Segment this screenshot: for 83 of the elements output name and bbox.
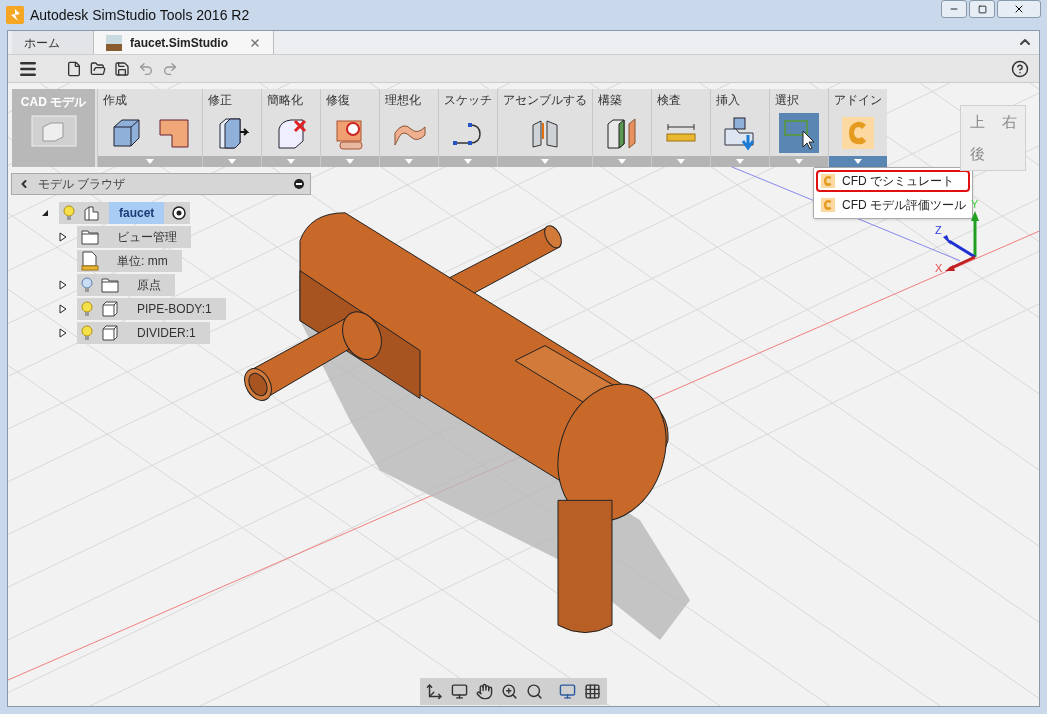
document-tab[interactable]: ホーム	[12, 31, 94, 54]
ribbon-group-label: 挿入	[715, 92, 741, 109]
addin-logo-icon	[820, 197, 836, 213]
caret-icon	[228, 159, 236, 164]
expand-triangle-icon[interactable]	[59, 280, 67, 290]
tab-label: ホーム	[24, 34, 60, 52]
ribbon-group-label: スケッチ	[443, 92, 493, 109]
workspace-label: CAD モデル	[20, 94, 87, 111]
document-tab[interactable]: faucet.SimStudio	[94, 31, 274, 54]
minimize-button[interactable]	[941, 0, 967, 18]
tab-label: faucet.SimStudio	[130, 34, 228, 52]
addin-logo-icon	[820, 173, 836, 189]
ribbon-group-label: 作成	[102, 92, 128, 109]
view-cube-face-label: 後	[969, 143, 985, 164]
menu-item-label: CFD モデル評価ツール	[842, 197, 966, 214]
caret-icon	[854, 159, 862, 164]
tree-item-label[interactable]: faucet	[109, 202, 165, 224]
dropdown-arrow-button[interactable]	[829, 156, 887, 167]
fit-window-icon[interactable]	[526, 683, 543, 700]
active-radio-icon[interactable]	[172, 206, 187, 220]
caret-icon	[736, 159, 744, 164]
close-tab-icon[interactable]	[249, 36, 261, 49]
ribbon-group-label: 修正	[207, 92, 233, 109]
app-logo-icon	[6, 6, 24, 24]
caret-icon	[405, 159, 413, 164]
browser-title: モデル ブラウザ	[38, 176, 126, 193]
axis-label: X	[935, 263, 943, 274]
display-settings-icon[interactable]	[559, 683, 576, 700]
axis-label: Y	[971, 199, 979, 210]
addin-logo-icon	[840, 114, 876, 151]
ribbon-group-label: 簡略化	[266, 92, 304, 109]
orbit-icon[interactable]	[426, 683, 443, 700]
grid-icon[interactable]	[584, 683, 601, 700]
ribbon-tool-button[interactable]	[779, 112, 819, 153]
view-cube-face-label: 上	[969, 111, 985, 132]
component-icon	[83, 204, 101, 222]
collapse-triangle-icon[interactable]	[41, 209, 49, 217]
caret-icon	[677, 159, 685, 164]
maximize-button[interactable]	[969, 0, 995, 18]
zoom-icon[interactable]	[501, 683, 518, 700]
save-icon[interactable]	[114, 60, 130, 77]
ribbon-group-label: アドイン	[833, 92, 883, 109]
caret-icon	[146, 159, 154, 164]
ribbon-group-label: 構築	[597, 92, 623, 109]
pan-icon[interactable]	[476, 683, 493, 700]
help-icon[interactable]	[1011, 59, 1029, 78]
redo-icon[interactable]	[162, 60, 178, 77]
new-file-icon[interactable]	[66, 60, 82, 77]
document-thumbnail-icon	[106, 34, 122, 51]
caret-icon	[287, 159, 295, 164]
undo-icon[interactable]	[138, 60, 154, 77]
ribbon-group-label: 理想化	[384, 92, 422, 109]
ribbon-group-label: 検査	[656, 92, 682, 109]
open-folder-icon[interactable]	[90, 60, 106, 77]
minimize-panel-icon[interactable]	[294, 179, 304, 189]
view-cube-face-label: 右	[1001, 111, 1017, 132]
folder-icon	[101, 277, 119, 293]
menu-item-label: CFD でシミュレート	[842, 173, 954, 190]
caret-icon	[618, 159, 626, 164]
window-title: Autodesk SimStudio Tools 2016 R2	[30, 5, 250, 25]
ribbon-group-label: アセンブルする	[502, 92, 588, 109]
expand-triangle-icon[interactable]	[59, 304, 67, 314]
body-cube-icon	[101, 300, 119, 318]
close-button[interactable]	[997, 0, 1041, 18]
caret-icon	[795, 159, 803, 164]
caret-icon	[464, 159, 472, 164]
maximize-icon	[977, 4, 987, 14]
axis-label: Z	[935, 225, 942, 236]
caret-icon	[541, 159, 549, 164]
menu-item[interactable]: CFD モデル評価ツール	[816, 194, 970, 216]
menu-item[interactable]: CFD でシミュレート	[816, 170, 970, 192]
units-document-icon	[81, 251, 99, 271]
expand-triangle-icon[interactable]	[59, 328, 67, 338]
cad-model-icon	[30, 115, 77, 147]
ribbon-group-label: 選択	[774, 92, 800, 109]
light-bulb-icon[interactable]	[81, 277, 93, 293]
expand-triangle-icon[interactable]	[59, 232, 67, 242]
close-icon	[1013, 3, 1025, 15]
body-cube-icon	[101, 324, 119, 342]
3d-viewport[interactable]: CAD モデル 作成 修正 簡略化 修復 理想化 スケッチ アセンブルする 構築 検査 挿入 選択 アドイン モデル ブラウザ faucet ビュー管理 単位: mm 原点 PIPE-BODY:1 DIVIDER:1 CFD でシミュレート CFD モデル評価ツール 上 右 後 X Y Z	[8, 83, 1039, 706]
ribbon-group-label: 修復	[325, 92, 351, 109]
caret-icon	[346, 159, 354, 164]
folder-icon	[81, 229, 99, 245]
